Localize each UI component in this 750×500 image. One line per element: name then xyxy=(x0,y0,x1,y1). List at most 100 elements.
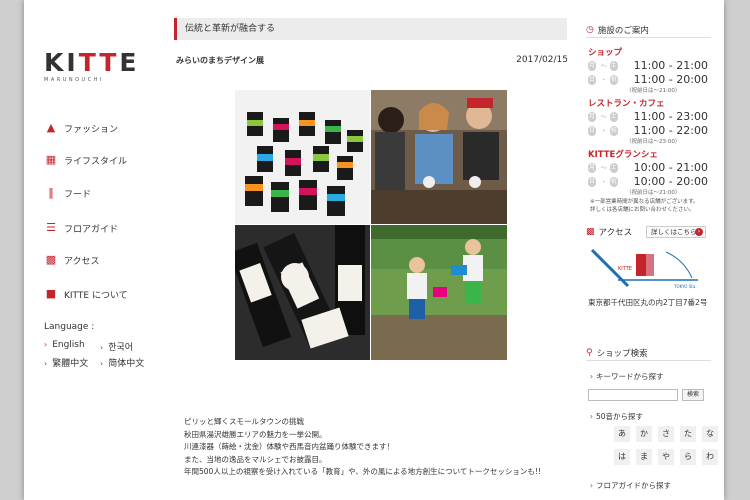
heading-text: ショップ検索 xyxy=(596,348,648,359)
nav-item-lifestyle[interactable]: ▦ ライフスタイル xyxy=(44,152,174,168)
chevron-right-icon: › xyxy=(44,359,48,368)
kana-button-wa[interactable]: わ xyxy=(702,449,718,465)
nav-label: ライフスタイル xyxy=(64,156,128,167)
hours-note: 詳しくは各店舗にお問い合わせください。 xyxy=(590,207,695,213)
nav-item-access[interactable]: ▩ アクセス xyxy=(44,252,174,268)
kana-button-ha[interactable]: は xyxy=(614,449,630,465)
facility-info-heading: ◷ 施設のご案内 xyxy=(586,22,711,38)
body-line: また、当地の逸品をマルシェでお披露目。 xyxy=(184,454,327,464)
day-mark: 祝 xyxy=(609,125,618,136)
article-title: みらいのまちデザイン展 xyxy=(176,56,264,65)
day-mark: 月 xyxy=(588,60,596,71)
granche-holiday-hours: 日・祝 10:00 - 20:00 xyxy=(588,175,708,188)
sake-bottles-photo xyxy=(235,225,370,360)
kana-button-a[interactable]: あ xyxy=(614,426,630,442)
day-mark: 祝 xyxy=(609,176,618,187)
chevron-right-icon: › xyxy=(590,372,593,381)
lang-traditional-chinese-link[interactable]: › 繁體中文 xyxy=(44,356,88,369)
day-mark: 祝 xyxy=(609,74,618,85)
keyword-search-label: › キーワードから探す xyxy=(590,371,664,382)
bus-icon: ▩ xyxy=(586,227,595,237)
access-map[interactable]: KITTE TOKYO Sta. xyxy=(588,246,706,290)
map-station-label: TOKYO Sta. xyxy=(673,284,697,289)
nav-item-floor-guide[interactable]: ☰ フロアガイド xyxy=(44,220,174,236)
article-body: ピリッと輝くスモールタウンの挑戦 秋田県湯沢雄勝エリアの魅力を一挙公開。 川連漆… xyxy=(184,416,574,479)
kana-search-label: › 50音から探す xyxy=(590,411,643,422)
kana-button-sa[interactable]: さ xyxy=(658,426,674,442)
chevron-right-icon: › xyxy=(100,359,104,368)
search-icon: ⚲ xyxy=(586,347,593,358)
restaurant-holiday-note: （祝前日は～23:00） xyxy=(626,139,681,145)
chevron-right-icon: › xyxy=(100,343,104,352)
cutlery-icon: ‖ xyxy=(48,186,54,199)
day-mark: 日 xyxy=(588,125,596,136)
nav-label: フード xyxy=(64,189,92,200)
lang-english-link[interactable]: › English xyxy=(44,340,85,350)
lang-simplified-chinese-link[interactable]: › 简体中文 xyxy=(100,356,144,369)
day-mark: 日 xyxy=(588,176,596,187)
arrow-right-icon: › xyxy=(695,228,703,236)
workshop-photo xyxy=(371,90,507,224)
dress-icon: ▲ xyxy=(46,121,56,134)
bus-icon: ▩ xyxy=(45,253,57,266)
body-line: 年間500人以上の視察を受け入れている「教育」や、外の風による地方創生についてト… xyxy=(184,467,541,476)
article-date: 2017/02/15 xyxy=(516,55,568,65)
label-text: キーワードから探す xyxy=(596,372,664,381)
shop-hours-label: ショップ xyxy=(588,48,623,58)
nav-label: ファッション xyxy=(64,124,119,135)
granche-weekday-hours: 月〜土 10:00 - 21:00 xyxy=(588,161,708,174)
label-text: 50音から探す xyxy=(596,412,644,421)
lacquer-cups-photo xyxy=(235,90,370,224)
hours-value: 11:00 - 23:00 xyxy=(633,110,708,123)
lang-label: 한국어 xyxy=(108,343,134,353)
address-text: 東京都千代田区丸の内2丁目7番2号 xyxy=(588,298,708,307)
hours-value: 11:00 - 20:00 xyxy=(633,73,708,86)
shop-weekday-hours: 月〜土 11:00 - 21:00 xyxy=(588,59,708,72)
restaurant-weekday-hours: 月〜土 11:00 - 23:00 xyxy=(588,110,708,123)
logo-subtitle: MARUNOUCHI xyxy=(44,77,104,83)
kana-button-ma[interactable]: ま xyxy=(636,449,652,465)
kana-button-na[interactable]: な xyxy=(702,426,718,442)
kana-button-ta[interactable]: た xyxy=(680,426,696,442)
nav-label: フロアガイド xyxy=(64,224,119,235)
day-mark: 月 xyxy=(588,162,596,173)
day-mark: 土 xyxy=(609,60,618,71)
page: KITTE MARUNOUCHI ▲ ファッション ▦ ライフスタイル ‖ フー… xyxy=(24,0,724,500)
floor-guide-icon: ☰ xyxy=(46,221,56,234)
granche-hours-label: KITTEグランシェ xyxy=(588,150,658,160)
nav-label: アクセス xyxy=(64,256,100,267)
section-title: 伝統と革新が融合する xyxy=(174,18,567,40)
lang-label: 繁體中文 xyxy=(52,359,89,369)
keyword-search-input[interactable] xyxy=(588,389,678,401)
nav-item-fashion[interactable]: ▲ ファッション xyxy=(44,120,174,136)
restaurant-hours-label: レストラン・カフェ xyxy=(588,99,665,109)
day-mark: 日 xyxy=(588,74,596,85)
body-line: 川連漆器（蒔絵・沈金）体験や西馬音内盆踊り体験できます！ xyxy=(184,442,394,451)
kana-button-ra[interactable]: ら xyxy=(680,449,696,465)
day-mark: 月 xyxy=(588,111,596,122)
shop-search-heading: ⚲ ショップ検索 xyxy=(586,345,711,361)
nav-item-about-kitte[interactable]: ■ KITTE について xyxy=(44,286,174,302)
clock-icon: ◷ xyxy=(586,24,594,35)
button-label: 詳しくはこちら xyxy=(651,228,697,236)
lang-korean-link[interactable]: › 한국어 xyxy=(100,340,133,353)
lang-label: 简体中文 xyxy=(108,359,145,369)
day-mark: 土 xyxy=(609,111,618,122)
kana-button-ya[interactable]: や xyxy=(658,449,674,465)
body-line: ピリッと輝くスモールタウンの挑戦 xyxy=(184,417,304,426)
rice-field-photo xyxy=(371,225,507,360)
kitte-logo[interactable]: KITTE MARUNOUCHI xyxy=(44,50,139,83)
granche-holiday-note: （祝前日は～21:00） xyxy=(626,190,681,196)
floor-guide-search-label[interactable]: › フロアガイドから探す xyxy=(590,480,671,491)
article-photo-collage xyxy=(235,90,507,360)
day-mark: 土 xyxy=(609,162,618,173)
hours-value: 10:00 - 21:00 xyxy=(633,161,708,174)
nav-item-food[interactable]: ‖ フード xyxy=(44,185,174,201)
hours-value: 11:00 - 22:00 xyxy=(633,124,708,137)
logo-text-2: TT xyxy=(78,48,120,77)
kana-button-ka[interactable]: か xyxy=(636,426,652,442)
hours-note: ※一部営業時間が異なる店舗がございます。 xyxy=(590,199,699,205)
logo-text-3: E xyxy=(119,48,140,77)
search-button[interactable]: 検索 xyxy=(682,389,704,401)
access-details-button[interactable]: 詳しくはこちら › xyxy=(646,226,706,238)
